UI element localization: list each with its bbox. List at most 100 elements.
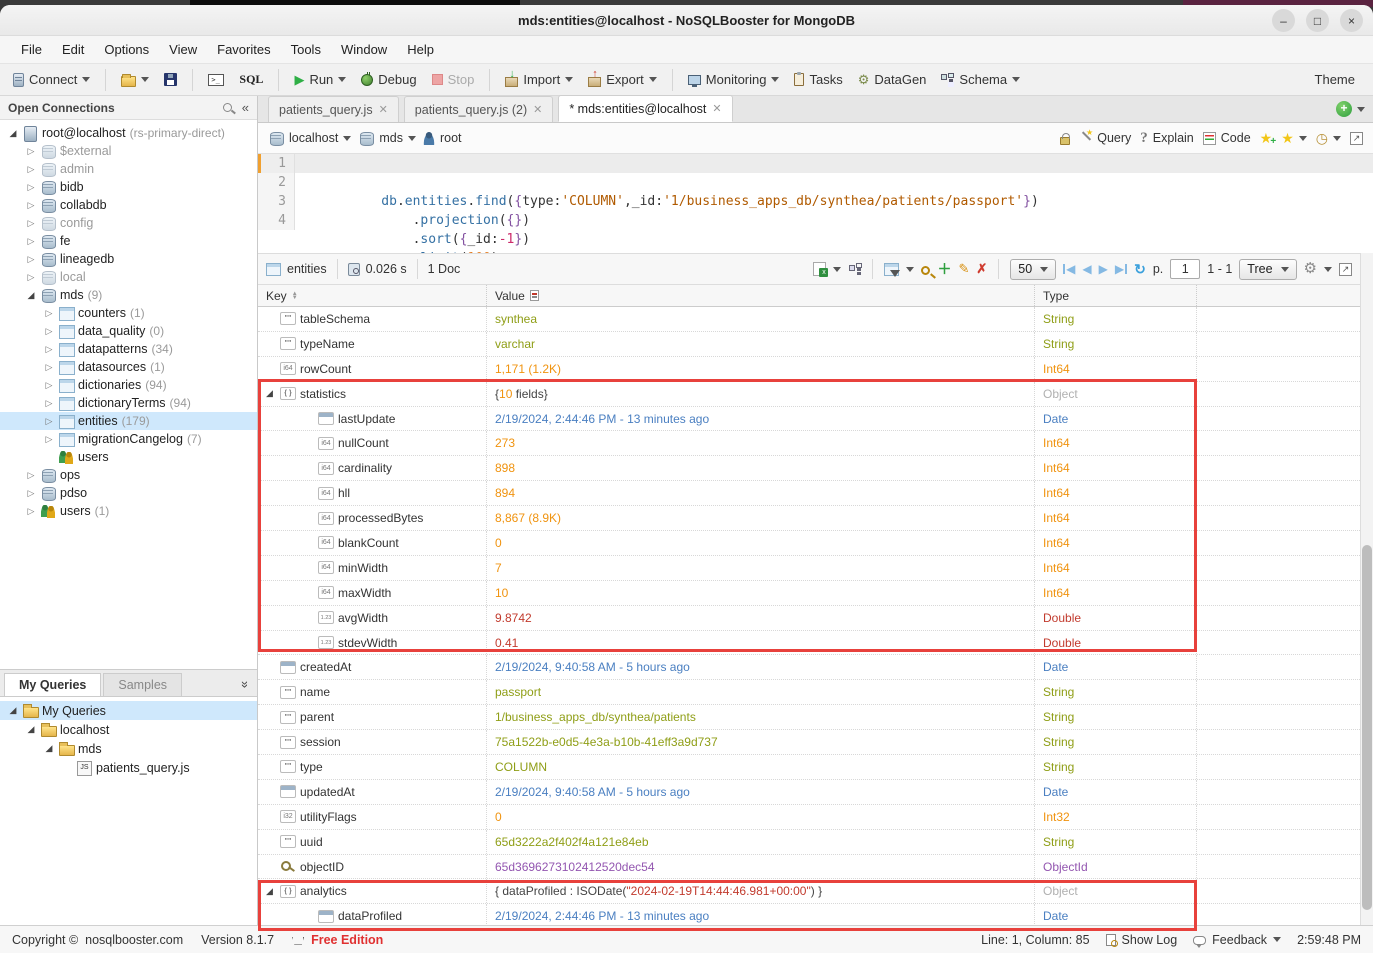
connection-tree-item[interactable]: migrationCangelog (7) [0, 430, 257, 448]
value-cell[interactable]: 2/19/2024, 9:40:58 AM - 5 hours ago [487, 780, 1035, 804]
tree-expand-icon[interactable] [44, 380, 54, 391]
value-cell[interactable]: { dataProfiled : ISODate("2024-02-19T14:… [487, 879, 1035, 903]
search-icon[interactable] [223, 103, 232, 112]
query-tree-item[interactable]: My Queries [0, 701, 257, 720]
value-cell[interactable]: COLUMN [487, 755, 1035, 779]
value-cell[interactable]: 2/19/2024, 9:40:58 AM - 5 hours ago [487, 655, 1035, 679]
value-cell[interactable]: 0.41 [487, 631, 1035, 655]
key-cell[interactable]: tableSchema [258, 307, 487, 331]
query-tree-item[interactable]: mds [0, 739, 257, 758]
table-row[interactable]: parent 1/business_apps_db/synthea/patien… [258, 705, 1360, 730]
key-cell[interactable]: updatedAt [258, 780, 487, 804]
table-row[interactable]: processedBytes 8,867 (8.9K) Int64 [258, 506, 1360, 531]
stop-button[interactable]: Stop [427, 69, 480, 90]
table-row[interactable]: typeName varchar String [258, 332, 1360, 357]
tree-expand-icon[interactable] [26, 506, 36, 517]
open-file-button[interactable] [116, 70, 154, 90]
connect-button[interactable]: Connect [8, 69, 95, 90]
history-dropdown[interactable]: ◷ [1316, 132, 1341, 145]
value-cell[interactable]: 0 [487, 805, 1035, 829]
table-row[interactable]: uuid 65d3222a2f402f4a121e84eb String [258, 830, 1360, 855]
value-cell[interactable]: 2/19/2024, 2:44:46 PM - 13 minutes ago [487, 407, 1035, 431]
datagen-button[interactable]: ⚙DataGen [853, 69, 932, 90]
maximize-button[interactable]: □ [1306, 9, 1329, 32]
query-editor[interactable]: 1 db.entities.find({type:'COLUMN',_id:'1… [258, 154, 1373, 248]
tree-expand-icon[interactable] [44, 308, 54, 319]
tree-expand-icon[interactable] [44, 362, 54, 373]
table-row[interactable]: nullCount 273 Int64 [258, 431, 1360, 456]
row-expand-icon[interactable] [266, 388, 276, 399]
lock-icon[interactable] [1060, 137, 1070, 145]
connection-tree-item[interactable]: pdso [0, 484, 257, 502]
key-cell[interactable]: avgWidth [258, 606, 487, 630]
save-button[interactable] [159, 70, 182, 89]
table-row[interactable]: utilityFlags 0 Int32 [258, 805, 1360, 830]
sort-icon[interactable]: ▲▼ [292, 292, 298, 300]
delete-document-icon[interactable]: ✗ [976, 261, 987, 277]
tree-expand-icon[interactable] [26, 218, 36, 229]
value-cell[interactable]: 1/business_apps_db/synthea/patients [487, 705, 1035, 729]
query-tree-item[interactable]: patients_query.js [0, 758, 257, 777]
value-filter-icon[interactable] [530, 290, 539, 301]
tree-expand-icon[interactable] [26, 488, 36, 499]
connection-tree-item[interactable]: fe [0, 232, 257, 250]
free-edition-button[interactable]: Free Edition [292, 933, 383, 947]
menu-item[interactable]: Options [95, 39, 158, 60]
connection-tree-item[interactable]: lineagedb [0, 250, 257, 268]
key-cell[interactable]: rowCount [258, 357, 487, 381]
import-button[interactable]: Import [500, 69, 578, 90]
table-row[interactable]: analytics { dataProfiled : ISODate("2024… [258, 879, 1360, 904]
chevron-down-icon[interactable] [408, 136, 416, 141]
tree-expand-icon[interactable] [26, 724, 36, 735]
export-button[interactable]: Export [583, 69, 662, 90]
key-cell[interactable]: parent [258, 705, 487, 729]
tree-expand-icon[interactable] [44, 434, 54, 445]
tree-expand-icon[interactable] [26, 146, 36, 157]
connection-tree-item[interactable]: ops [0, 466, 257, 484]
close-tab-icon[interactable]: ✕ [533, 103, 542, 116]
connection-tree-item[interactable]: users [0, 448, 257, 466]
debug-button[interactable]: Debug [356, 69, 421, 90]
key-cell[interactable]: processedBytes [258, 506, 487, 530]
connection-tree-item[interactable]: admin [0, 160, 257, 178]
table-row[interactable]: lastUpdate 2/19/2024, 2:44:46 PM - 13 mi… [258, 407, 1360, 432]
tree-expand-icon[interactable] [8, 705, 18, 716]
table-row[interactable]: createdAt 2/19/2024, 9:40:58 AM - 5 hour… [258, 655, 1360, 680]
tree-expand-icon[interactable] [44, 326, 54, 337]
tree-expand-icon[interactable] [44, 398, 54, 409]
key-cell[interactable]: session [258, 730, 487, 754]
table-row[interactable]: tableSchema synthea String [258, 307, 1360, 332]
chevron-down-icon[interactable] [833, 267, 841, 272]
collapse-sidebar-icon[interactable]: « [242, 100, 249, 115]
table-row[interactable]: avgWidth 9.8742 Double [258, 606, 1360, 631]
table-row[interactable]: blankCount 0 Int64 [258, 531, 1360, 556]
value-cell[interactable]: 1,171 (1.2K) [487, 357, 1035, 381]
menu-item[interactable]: Window [332, 39, 396, 60]
show-log-button[interactable]: Show Log [1106, 933, 1178, 947]
table-row[interactable]: updatedAt 2/19/2024, 9:40:58 AM - 5 hour… [258, 780, 1360, 805]
column-header-value[interactable]: Value [487, 285, 1035, 306]
page-number-input[interactable]: 1 [1170, 259, 1200, 279]
value-cell[interactable]: 65d3222a2f402f4a121e84eb [487, 830, 1035, 854]
sql-button[interactable]: SQL [234, 69, 268, 90]
key-cell[interactable]: nullCount [258, 431, 487, 455]
page-size-select[interactable]: 50 [1010, 259, 1056, 280]
menu-item[interactable]: Edit [53, 39, 93, 60]
vertical-scrollbar[interactable] [1360, 253, 1373, 925]
column-header-type[interactable]: Type [1035, 285, 1197, 306]
key-cell[interactable]: statistics [258, 382, 487, 406]
tab-my-queries[interactable]: My Queries [4, 673, 101, 696]
menu-item[interactable]: File [12, 39, 51, 60]
connection-tree-item[interactable]: counters (1) [0, 304, 257, 322]
menu-item[interactable]: Favorites [208, 39, 279, 60]
run-button[interactable]: ▶Run [289, 69, 351, 90]
value-cell[interactable]: 8,867 (8.9K) [487, 506, 1035, 530]
connection-tree-item[interactable]: data_quality (0) [0, 322, 257, 340]
tab-patients-query[interactable]: patients_query.js✕ [268, 96, 399, 122]
refresh-icon[interactable]: ↻ [1134, 261, 1146, 278]
explain-button[interactable]: ?Explain [1140, 130, 1194, 147]
terminal-button[interactable]: >_ [203, 71, 229, 89]
maximize-results-icon[interactable]: ↗ [1339, 263, 1352, 276]
editor-line[interactable]: 4 .limit(100) [258, 211, 1373, 230]
key-cell[interactable]: uuid [258, 830, 487, 854]
